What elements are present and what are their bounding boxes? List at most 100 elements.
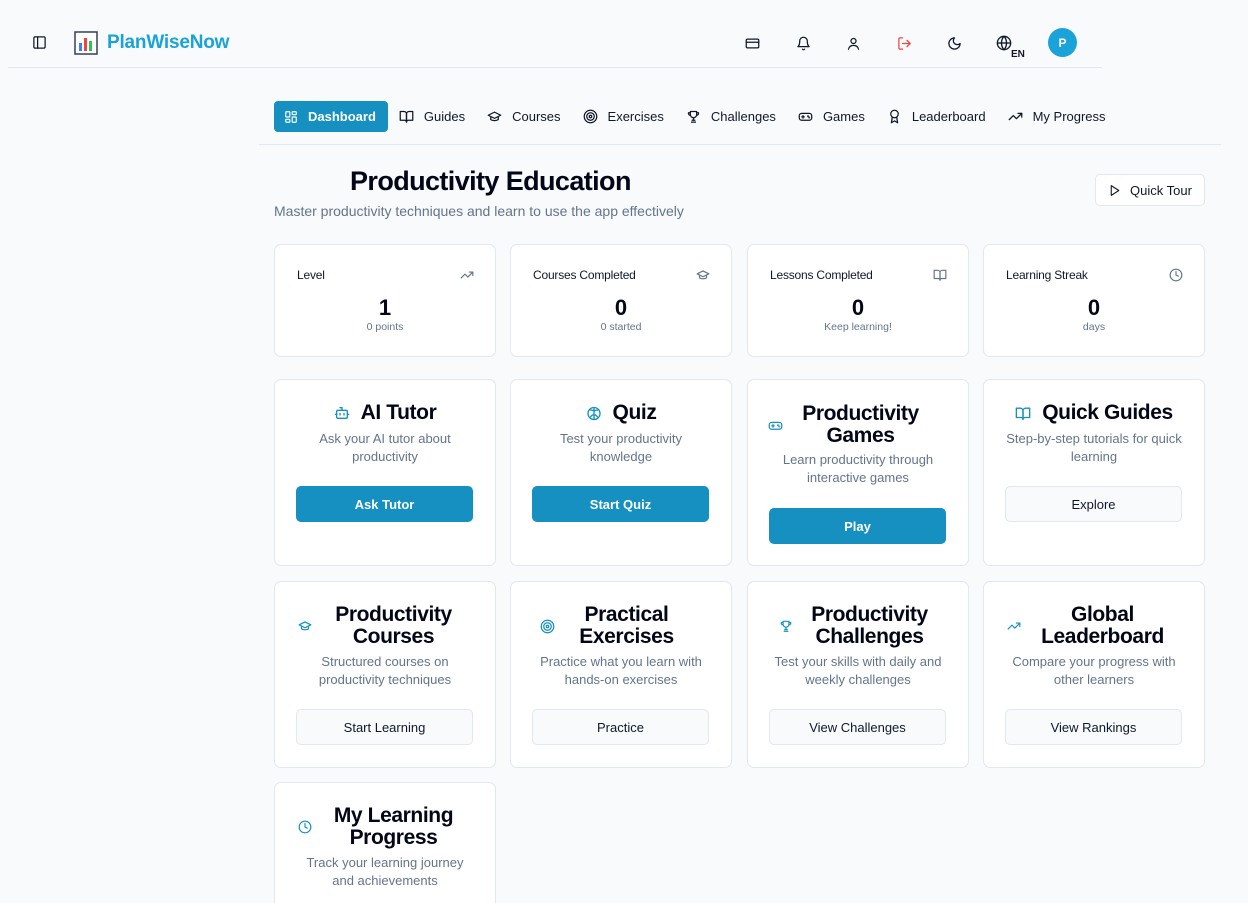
stat-value: 0 bbox=[1087, 295, 1101, 320]
tab-label: Dashboard bbox=[308, 109, 376, 124]
stat-sub: Keep learning! bbox=[824, 321, 892, 333]
tab-label: Guides bbox=[423, 109, 466, 124]
card-header: Productivity Courses bbox=[275, 604, 495, 648]
quick-tour-button[interactable]: Quick Tour bbox=[1095, 174, 1205, 206]
tab-guides[interactable]: Guides bbox=[388, 101, 476, 132]
clock-icon bbox=[1169, 268, 1183, 282]
tab-label: Leaderboard bbox=[911, 109, 986, 124]
tabs-divider bbox=[259, 144, 1221, 145]
quick-tour-label: Quick Tour bbox=[1130, 182, 1192, 198]
stat-sub: 0 started bbox=[600, 321, 642, 333]
user-icon[interactable] bbox=[838, 28, 868, 58]
avatar[interactable]: P bbox=[1048, 28, 1077, 57]
play-icon bbox=[1110, 184, 1120, 196]
card-description: Learn productivity through interactive g… bbox=[782, 452, 934, 485]
feature-card-quick-guides: Quick Guides Step-by-step tutorials for … bbox=[983, 379, 1205, 566]
feature-card-quiz: Quiz Test your productivity knowledge St… bbox=[510, 379, 732, 566]
card-title: Productivity Challenges bbox=[811, 603, 928, 648]
main-tabs: Dashboard Guides Courses Exercises Chall… bbox=[274, 101, 1117, 132]
stat-value: 0 bbox=[614, 295, 628, 320]
brand-name: PlanWiseNow bbox=[107, 32, 230, 53]
logo-chart-icon bbox=[74, 31, 98, 55]
card-header: Global Leaderboard bbox=[984, 604, 1204, 648]
trophy-icon bbox=[778, 618, 794, 634]
language-label[interactable]: EN bbox=[1011, 49, 1025, 60]
trophy-icon bbox=[687, 110, 700, 123]
bot-icon bbox=[334, 405, 350, 421]
card-title: Practical Exercises bbox=[579, 603, 674, 648]
card-title: My Learning Progress bbox=[333, 804, 454, 849]
tab-my-progress[interactable]: My Progress bbox=[997, 101, 1117, 132]
start-quiz-button[interactable]: Start Quiz bbox=[532, 486, 709, 522]
top-bar: PlanWiseNow bbox=[8, 0, 1102, 68]
stat-card-lessons-completed: Lessons Completed 0 Keep learning! bbox=[747, 244, 969, 357]
card-header: Productivity Games bbox=[748, 403, 968, 447]
card-title: Quiz bbox=[612, 401, 657, 424]
feature-card-global-leaderboard: Global Leaderboard Compare your progress… bbox=[983, 581, 1205, 768]
brain-icon bbox=[586, 405, 602, 421]
card-header: My Learning Progress bbox=[275, 805, 495, 849]
graduation-cap-icon bbox=[297, 618, 313, 634]
brand[interactable]: PlanWiseNow bbox=[74, 31, 229, 55]
card-description: Practice what you learn with hands-on ex… bbox=[540, 654, 702, 687]
page-subtitle: Master productivity techniques and learn… bbox=[274, 203, 684, 219]
card-title: Productivity Games bbox=[802, 402, 919, 447]
card-title: AI Tutor bbox=[360, 401, 437, 424]
tab-games[interactable]: Games bbox=[787, 101, 876, 132]
card-description: Test your skills with daily and weekly c… bbox=[774, 654, 942, 687]
card-description: Compare your progress with other learner… bbox=[1012, 654, 1176, 687]
tab-dashboard[interactable]: Dashboard bbox=[274, 101, 388, 132]
stat-value: 0 bbox=[851, 295, 865, 320]
tab-challenges[interactable]: Challenges bbox=[675, 101, 787, 132]
card-description: Step-by-step tutorials for quick learnin… bbox=[1006, 431, 1182, 464]
stat-label: Courses Completed bbox=[533, 268, 636, 282]
logout-icon[interactable] bbox=[889, 28, 919, 58]
start-learning-button[interactable]: Start Learning bbox=[296, 709, 473, 745]
practice-button[interactable]: Practice bbox=[532, 709, 709, 745]
explore-button[interactable]: Explore bbox=[1005, 486, 1182, 522]
tab-courses[interactable]: Courses bbox=[476, 101, 571, 132]
gamepad-icon bbox=[798, 112, 813, 121]
tab-label: Challenges bbox=[710, 109, 776, 124]
clock-icon bbox=[297, 819, 313, 835]
feature-card-my-learning-progress: My Learning Progress Track your learning… bbox=[274, 782, 496, 903]
card-header: Quick Guides bbox=[984, 402, 1204, 424]
tab-label: My Progress bbox=[1032, 109, 1106, 124]
feature-card-productivity-games: Productivity Games Learn productivity th… bbox=[747, 379, 969, 566]
play-button[interactable]: Play bbox=[769, 508, 946, 544]
trending-up-icon bbox=[1008, 112, 1022, 121]
book-icon bbox=[399, 110, 414, 123]
stat-label: Learning Streak bbox=[1006, 268, 1088, 282]
tab-label: Games bbox=[822, 109, 865, 124]
moon-icon[interactable] bbox=[939, 28, 969, 58]
target-icon bbox=[540, 618, 556, 634]
card-header: Quiz bbox=[511, 402, 731, 424]
feature-card-productivity-courses: Productivity Courses Structured courses … bbox=[274, 581, 496, 768]
view-challenges-button[interactable]: View Challenges bbox=[769, 709, 946, 745]
card-description: Test your productivity knowledge bbox=[559, 431, 683, 464]
feature-card-productivity-challenges: Productivity Challenges Test your skills… bbox=[747, 581, 969, 768]
gamepad-icon bbox=[768, 417, 784, 433]
graduation-cap-icon bbox=[696, 270, 710, 280]
stat-card-courses-completed: Courses Completed 0 0 started bbox=[510, 244, 732, 357]
card-title: Quick Guides bbox=[1042, 401, 1173, 424]
trending-up-icon bbox=[460, 271, 474, 279]
stat-value: 1 bbox=[378, 295, 392, 320]
view-rankings-button[interactable]: View Rankings bbox=[1005, 709, 1182, 745]
card-header: Practical Exercises bbox=[511, 604, 731, 648]
graduation-cap-icon bbox=[487, 111, 502, 122]
stat-sub: 0 points bbox=[366, 321, 404, 333]
card-title: Global Leaderboard bbox=[1041, 603, 1164, 648]
grid-icon bbox=[285, 110, 297, 123]
card-description: Track your learning journey and achievem… bbox=[306, 855, 464, 888]
award-icon bbox=[889, 109, 899, 124]
trending-up-icon bbox=[1006, 618, 1022, 634]
ask-tutor-button[interactable]: Ask Tutor bbox=[296, 486, 473, 522]
sidebar-toggle-icon[interactable] bbox=[30, 33, 48, 51]
tab-leaderboard[interactable]: Leaderboard bbox=[876, 101, 997, 132]
tab-exercises[interactable]: Exercises bbox=[572, 101, 675, 132]
tab-label: Exercises bbox=[607, 109, 664, 124]
bell-icon[interactable] bbox=[788, 28, 818, 58]
target-icon bbox=[583, 109, 597, 124]
card-icon[interactable] bbox=[737, 28, 767, 58]
